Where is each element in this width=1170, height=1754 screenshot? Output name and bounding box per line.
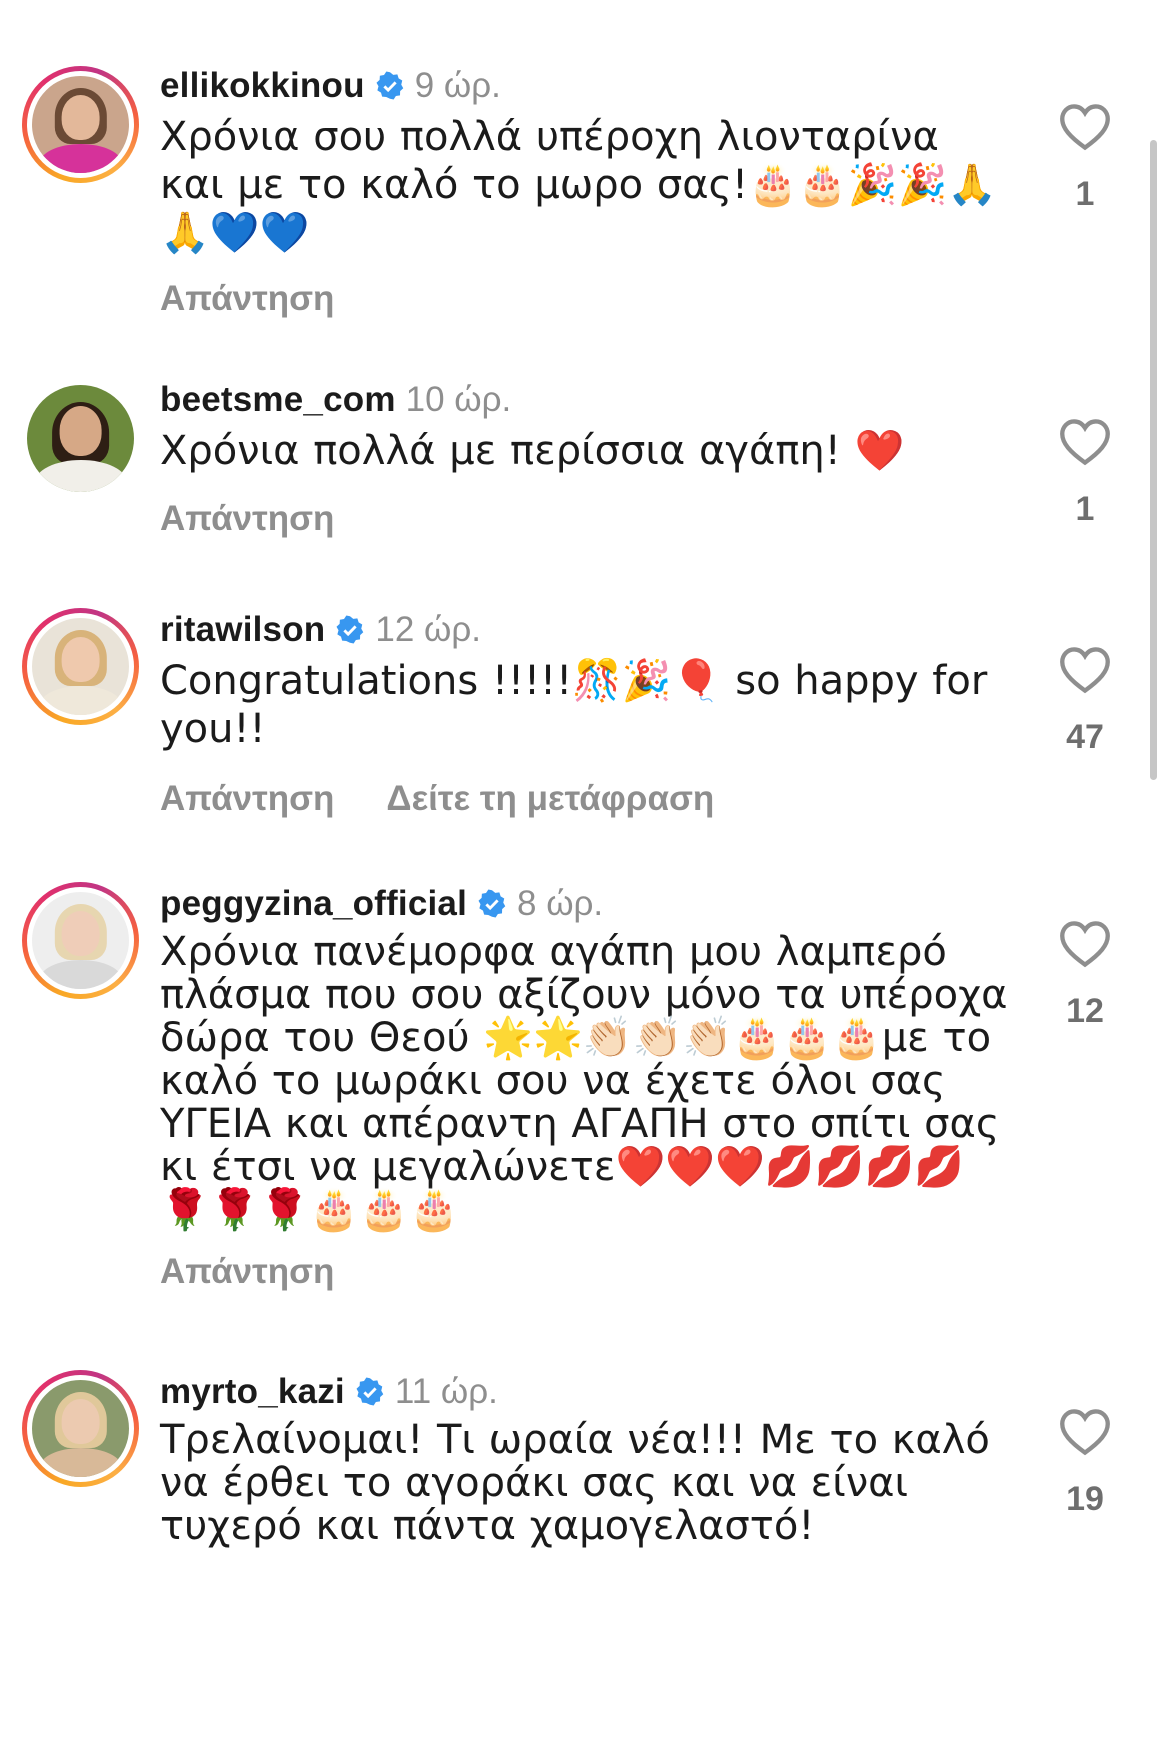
heart-icon[interactable] bbox=[1059, 418, 1111, 466]
comment-time: 12 ώρ. bbox=[375, 610, 481, 649]
reply-button[interactable]: Απάντηση bbox=[160, 779, 334, 819]
heart-icon[interactable] bbox=[1059, 103, 1111, 151]
comment-username[interactable]: ellikokkinou bbox=[160, 64, 365, 108]
comment-time: 11 ώρ. bbox=[394, 1372, 498, 1411]
reply-button[interactable]: Απάντηση bbox=[160, 279, 334, 319]
comment-text: Congratulations !!!!!🎊🎉🎈 so happy for yo… bbox=[160, 658, 988, 752]
comment-time: 10 ώρ. bbox=[405, 380, 512, 419]
heart-icon[interactable] bbox=[1059, 646, 1111, 694]
scrollbar[interactable] bbox=[1150, 140, 1157, 780]
avatar[interactable] bbox=[22, 380, 139, 497]
verified-badge-icon bbox=[478, 889, 506, 918]
avatar[interactable] bbox=[22, 1370, 139, 1487]
like-count: 12 bbox=[1066, 992, 1104, 1030]
verified-badge-icon bbox=[336, 615, 364, 644]
avatar[interactable] bbox=[22, 608, 139, 725]
avatar[interactable] bbox=[22, 66, 139, 183]
verified-badge-icon bbox=[356, 1377, 384, 1406]
comments-page: ellikokkinou 9 ώρ. Χρόνια σου πολλά υπέρ… bbox=[0, 0, 1170, 1754]
reply-button[interactable]: Απάντηση bbox=[160, 499, 334, 539]
reply-button[interactable]: Απάντηση bbox=[160, 1252, 334, 1292]
heart-icon[interactable] bbox=[1059, 1408, 1111, 1456]
comment-text: Χρόνια σου πολλά υπέροχη λιονταρίνα και … bbox=[160, 114, 998, 256]
comment-text: Χρόνια πολλά με περίσσια αγάπη! ❤️ bbox=[160, 428, 905, 474]
like-count: 19 bbox=[1066, 1480, 1104, 1518]
like-count: 47 bbox=[1066, 718, 1104, 756]
comment-username[interactable]: myrto_kazi bbox=[160, 1370, 345, 1414]
comment-username[interactable]: peggyzina_official bbox=[160, 882, 467, 926]
comment-text: Τρελαίνομαι! Τι ωραία νέα!!! Με το καλό … bbox=[160, 1417, 990, 1549]
see-translation-button[interactable]: Δείτε τη μετάφραση bbox=[386, 779, 714, 819]
comment-text: Χρόνια πανέμορφα αγάπη μου λαμπερό πλάσμ… bbox=[160, 929, 1008, 1233]
comment-time: 9 ώρ. bbox=[414, 66, 501, 105]
comment-username[interactable]: beetsme_com bbox=[160, 378, 396, 422]
like-count: 1 bbox=[1075, 175, 1095, 213]
verified-badge-icon bbox=[376, 71, 403, 100]
avatar[interactable] bbox=[22, 882, 139, 999]
comment-username[interactable]: ritawilson bbox=[160, 608, 325, 652]
comment-time: 8 ώρ. bbox=[517, 884, 604, 923]
like-count: 1 bbox=[1075, 490, 1095, 528]
heart-icon[interactable] bbox=[1059, 920, 1111, 968]
